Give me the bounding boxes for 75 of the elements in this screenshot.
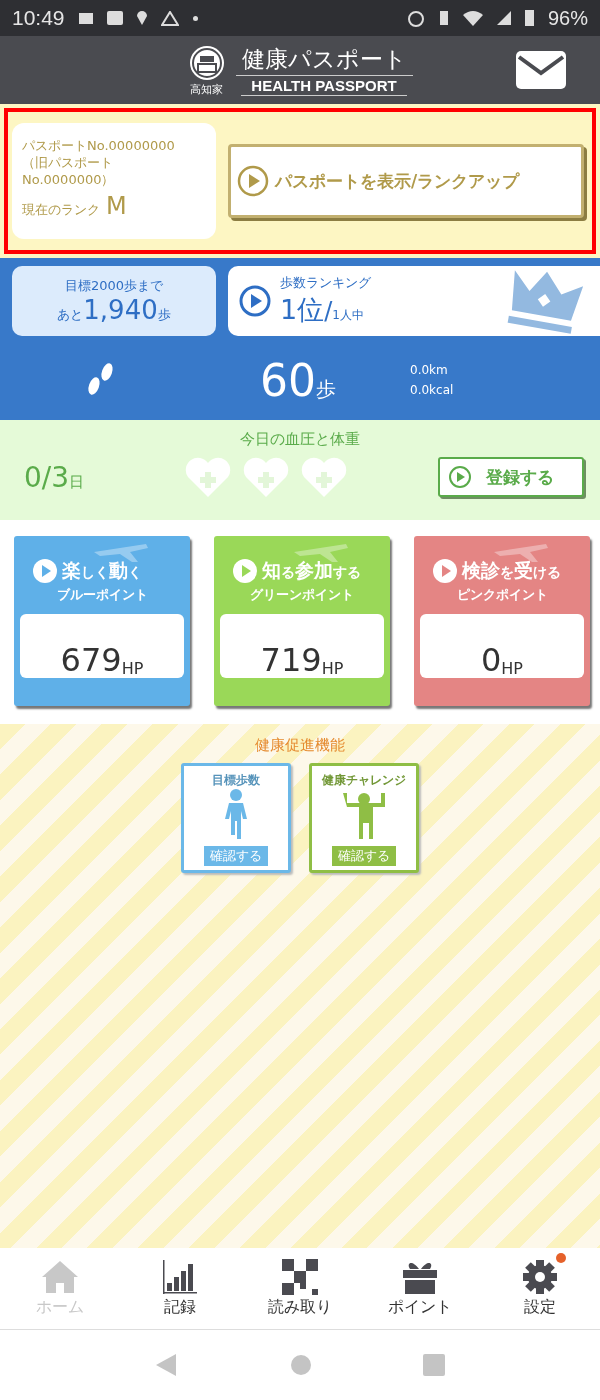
show-passport-button[interactable]: パスポートを表示/ランクアップ [228, 144, 584, 218]
logo-caption: 高知家 [190, 81, 223, 97]
app-subtitle: HEALTH PASSPORT [241, 76, 407, 96]
dot-icon [192, 15, 198, 21]
bar-chart-icon [162, 1259, 198, 1295]
play-icon [238, 284, 272, 318]
home-button-icon[interactable] [289, 1353, 313, 1377]
play-icon [32, 558, 58, 584]
mail-icon[interactable] [516, 51, 566, 89]
remaining-steps: 1,940 [83, 295, 158, 325]
nav-tab[interactable]: ポイント [360, 1248, 480, 1329]
goal-label: 目標2000歩まで [64, 277, 164, 295]
card-title: 知る参加する [262, 558, 361, 583]
point-card[interactable]: 検診を受ける ピンクポイント 0HP [414, 536, 590, 706]
points-unit: HP [121, 659, 144, 678]
section-title: 健康促進機能 [255, 736, 345, 755]
point-card[interactable]: 楽 しく動 く ブルーポイント 679HP [14, 536, 190, 706]
ranking-card[interactable]: 歩数ランキング 1位/1人中 [228, 266, 600, 336]
card-subtitle: グリーンポイント [250, 586, 354, 604]
play-icon [232, 558, 258, 584]
location-pin-icon [136, 11, 147, 25]
card-subtitle: ブルーポイント [56, 586, 148, 604]
steps-unit: 歩 [157, 307, 171, 324]
nav-tab[interactable]: 読み取り [240, 1248, 360, 1329]
days-unit: 日 [69, 472, 85, 492]
home-icon [40, 1259, 80, 1295]
points-value: 719 [260, 642, 322, 678]
step-unit: 歩 [316, 375, 336, 403]
logo-emblem-icon [187, 43, 226, 82]
ranking-total: 1人中 [332, 308, 364, 324]
passport-number: パスポートNo.00000000 [22, 137, 176, 154]
app-icon [106, 11, 123, 25]
vibrate-icon [438, 11, 449, 25]
tile-caption: 健康チャレンジ [322, 772, 406, 789]
checkerboard-icon [282, 1259, 318, 1295]
nav-tab[interactable]: 記録 [120, 1248, 240, 1329]
feature-tile[interactable]: 健康チャレンジ 確認する [309, 763, 419, 873]
step-count: 60 [260, 354, 316, 406]
points-value: 679 [60, 642, 122, 678]
ranking-label: 歩数ランキング [280, 274, 371, 292]
signal-icon [496, 11, 511, 25]
rank-label: 現在のランク [22, 201, 100, 219]
nav-tab[interactable]: 設定 [480, 1248, 600, 1329]
point-card[interactable]: 知る参加する グリーンポイント 719HP [214, 536, 390, 706]
register-button[interactable]: 登録する [438, 457, 584, 497]
play-icon [448, 465, 472, 489]
wifi-icon [462, 10, 483, 26]
card-title: 検診を受ける [462, 558, 561, 583]
alarm-icon [406, 9, 425, 27]
points-unit: HP [321, 659, 344, 678]
recents-icon[interactable] [421, 1353, 446, 1377]
card-subtitle: ピンクポイント [456, 586, 548, 604]
calories: 0.0kcal [410, 383, 454, 397]
points-unit: HP [501, 659, 523, 678]
battery-icon [524, 10, 534, 26]
triangle-icon [160, 10, 179, 26]
points-value: 0 [480, 642, 502, 678]
ranking-slash: / [324, 297, 333, 325]
clock: 10:49 [12, 6, 65, 30]
envelope-icon [78, 11, 93, 25]
old-passport-number: （旧パスポート No.0000000） [22, 154, 116, 188]
tile-caption: 目標歩数 [212, 772, 260, 789]
feature-tile[interactable]: 目標歩数 確認する [181, 763, 291, 873]
battery-level: 96% [547, 6, 588, 30]
ranking-position: 1位 [280, 293, 325, 327]
rank-value: M [106, 192, 127, 220]
play-icon [432, 558, 458, 584]
settings-icon [522, 1259, 558, 1295]
app-title: 健康パスポート [235, 44, 413, 76]
play-icon [237, 165, 269, 197]
vitals-count: 0/3 [24, 460, 70, 494]
card-title: 楽 しく動 く [62, 558, 142, 583]
vitals-title: 今日の血圧と体重 [240, 430, 360, 449]
distance: 0.0km [410, 363, 449, 377]
remaining-prefix: あと [57, 306, 84, 324]
